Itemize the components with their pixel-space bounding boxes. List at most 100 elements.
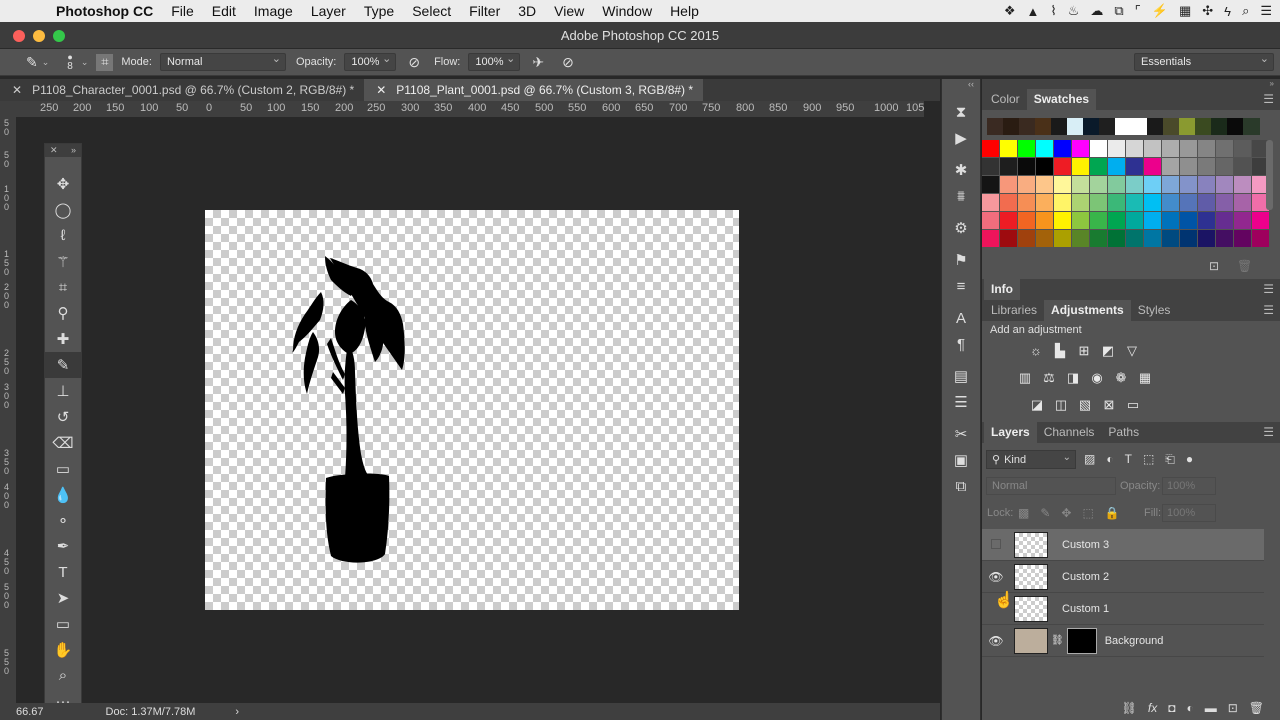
lightning-icon[interactable]: ϟ bbox=[1224, 4, 1231, 19]
menu-help[interactable]: Help bbox=[670, 3, 699, 19]
color-swatch[interactable] bbox=[1147, 118, 1164, 135]
actions-panel-icon[interactable]: ▶ bbox=[942, 125, 980, 151]
tool-presets-icon[interactable]: ⚑ bbox=[942, 247, 980, 273]
drive-icon[interactable]: ▲ bbox=[1027, 4, 1040, 19]
color-swatch[interactable] bbox=[1000, 194, 1017, 211]
history-brush-tool-icon[interactable]: ↺ bbox=[45, 404, 81, 430]
gradient-tool-icon[interactable]: ▭ bbox=[45, 456, 81, 482]
color-swatch[interactable] bbox=[1198, 158, 1215, 175]
adjustment-filter-icon[interactable]: ◐ bbox=[1106, 452, 1113, 467]
color-swatch[interactable] bbox=[1216, 212, 1233, 229]
move-tool-icon[interactable]: ✥ bbox=[45, 171, 81, 197]
brush-preset-icon[interactable]: ✎ bbox=[26, 54, 38, 71]
color-swatch[interactable] bbox=[1211, 118, 1228, 135]
tab-channels[interactable]: Channels bbox=[1037, 422, 1102, 443]
list-icon[interactable]: ☰ bbox=[1260, 3, 1272, 19]
color-swatch[interactable] bbox=[982, 212, 999, 229]
color-swatch[interactable] bbox=[1018, 230, 1035, 247]
color-swatch[interactable] bbox=[1180, 212, 1197, 229]
color-swatch[interactable] bbox=[1036, 140, 1053, 157]
airbrush-icon[interactable]: ✈ bbox=[532, 54, 544, 71]
color-swatch[interactable] bbox=[1018, 194, 1035, 211]
eraser-tool-icon[interactable]: ⌫ bbox=[45, 430, 81, 456]
copy-icon[interactable]: ⧉ bbox=[1114, 3, 1123, 19]
color-swatch[interactable] bbox=[1108, 158, 1125, 175]
pressure-size-icon[interactable]: ⊘ bbox=[562, 54, 574, 71]
color-swatch[interactable] bbox=[1018, 212, 1035, 229]
color-swatch[interactable] bbox=[1000, 212, 1017, 229]
color-swatch[interactable] bbox=[1108, 230, 1125, 247]
eye-icon[interactable]: 👁 bbox=[982, 570, 1010, 584]
color-swatch[interactable] bbox=[1198, 140, 1215, 157]
color-swatch[interactable] bbox=[1054, 158, 1071, 175]
color-swatch[interactable] bbox=[1090, 140, 1107, 157]
lock-position-icon[interactable]: ✥ bbox=[1061, 506, 1071, 520]
lock-all-icon[interactable]: 🔒 bbox=[1105, 506, 1120, 520]
color-swatch[interactable] bbox=[1072, 194, 1089, 211]
menu-view[interactable]: View bbox=[554, 3, 584, 19]
color-swatch[interactable] bbox=[1072, 158, 1089, 175]
color-swatch[interactable] bbox=[1018, 176, 1035, 193]
color-swatch[interactable] bbox=[1216, 230, 1233, 247]
close-window-icon[interactable] bbox=[13, 30, 25, 42]
menu-type[interactable]: Type bbox=[364, 3, 394, 19]
color-swatch[interactable] bbox=[1054, 230, 1071, 247]
tab-layers[interactable]: Layers bbox=[984, 422, 1037, 443]
color-swatch[interactable] bbox=[1083, 118, 1100, 135]
tab-styles[interactable]: Styles bbox=[1131, 300, 1178, 321]
layer-name[interactable]: Custom 2 bbox=[1062, 571, 1109, 583]
layer-opacity-input[interactable]: 100% bbox=[1162, 477, 1216, 495]
size-chevron-icon[interactable]: ⌄ bbox=[81, 57, 89, 68]
new-swatch-icon[interactable]: ⊡ bbox=[1209, 259, 1219, 273]
color-swatch[interactable] bbox=[982, 230, 999, 247]
levels-icon[interactable]: ▙ bbox=[1052, 343, 1068, 359]
brush-settings-icon[interactable]: ✱ bbox=[942, 157, 980, 183]
color-swatch[interactable] bbox=[1144, 176, 1161, 193]
color-swatch[interactable] bbox=[1072, 140, 1089, 157]
eyedropper-tool-icon[interactable]: ⚲ bbox=[45, 300, 81, 326]
clone-stamp-tool-icon[interactable]: ⊥ bbox=[45, 378, 81, 404]
panel-menu-icon[interactable]: ☰ bbox=[1263, 92, 1274, 106]
color-swatch[interactable] bbox=[1090, 230, 1107, 247]
color-swatch[interactable] bbox=[1018, 158, 1035, 175]
panel-menu-icon[interactable]: ☰ bbox=[1263, 425, 1274, 439]
color-swatch[interactable] bbox=[1180, 230, 1197, 247]
color-swatch[interactable] bbox=[1054, 212, 1071, 229]
color-swatch[interactable] bbox=[1144, 140, 1161, 157]
lock-transparent-icon[interactable]: ▩ bbox=[1018, 506, 1029, 520]
menu-app-name[interactable]: Photoshop CC bbox=[56, 3, 153, 19]
layer-name[interactable]: Background bbox=[1105, 635, 1164, 647]
color-swatch[interactable] bbox=[1036, 194, 1053, 211]
color-swatch[interactable] bbox=[1234, 158, 1251, 175]
brush-panel-toggle-icon[interactable]: ⌗ bbox=[96, 53, 114, 71]
bracket-icon[interactable]: ⌜ bbox=[1135, 3, 1141, 19]
chain-link-icon[interactable]: ⛓ bbox=[1051, 635, 1064, 646]
lock-artboard-icon[interactable]: ⬚ bbox=[1082, 506, 1093, 520]
color-swatch[interactable] bbox=[1234, 140, 1251, 157]
swatches-scrollbar[interactable] bbox=[1266, 140, 1273, 210]
spotlight-icon[interactable]: ⌕ bbox=[1242, 3, 1249, 19]
color-swatch[interactable] bbox=[1216, 158, 1233, 175]
character-panel-icon[interactable]: A bbox=[942, 305, 980, 331]
lasso-tool-icon[interactable]: ℓ bbox=[45, 223, 81, 249]
flow-input[interactable]: 100% bbox=[468, 51, 521, 71]
menu-edit[interactable]: Edit bbox=[212, 3, 236, 19]
color-swatch[interactable] bbox=[1126, 158, 1143, 175]
color-swatch[interactable] bbox=[982, 158, 999, 175]
color-swatch[interactable] bbox=[1126, 230, 1143, 247]
color-swatch[interactable] bbox=[1162, 176, 1179, 193]
color-swatch[interactable] bbox=[1216, 176, 1233, 193]
collapse-panels-icon[interactable]: » bbox=[982, 79, 1280, 89]
status-chevron-icon[interactable]: › bbox=[235, 706, 239, 718]
color-swatch[interactable] bbox=[1054, 194, 1071, 211]
color-swatch[interactable] bbox=[1126, 140, 1143, 157]
color-swatch[interactable] bbox=[982, 194, 999, 211]
pen-tool-icon[interactable]: ✒ bbox=[45, 533, 81, 559]
add-mask-icon[interactable]: ◘ bbox=[1168, 701, 1175, 715]
close-tab-icon[interactable]: ✕ bbox=[12, 79, 22, 101]
color-swatch[interactable] bbox=[1144, 230, 1161, 247]
brush-presets-icon[interactable]: ⩩ bbox=[942, 183, 980, 209]
color-swatch[interactable] bbox=[1003, 118, 1020, 135]
color-swatch[interactable] bbox=[1000, 158, 1017, 175]
color-swatch[interactable] bbox=[1108, 176, 1125, 193]
